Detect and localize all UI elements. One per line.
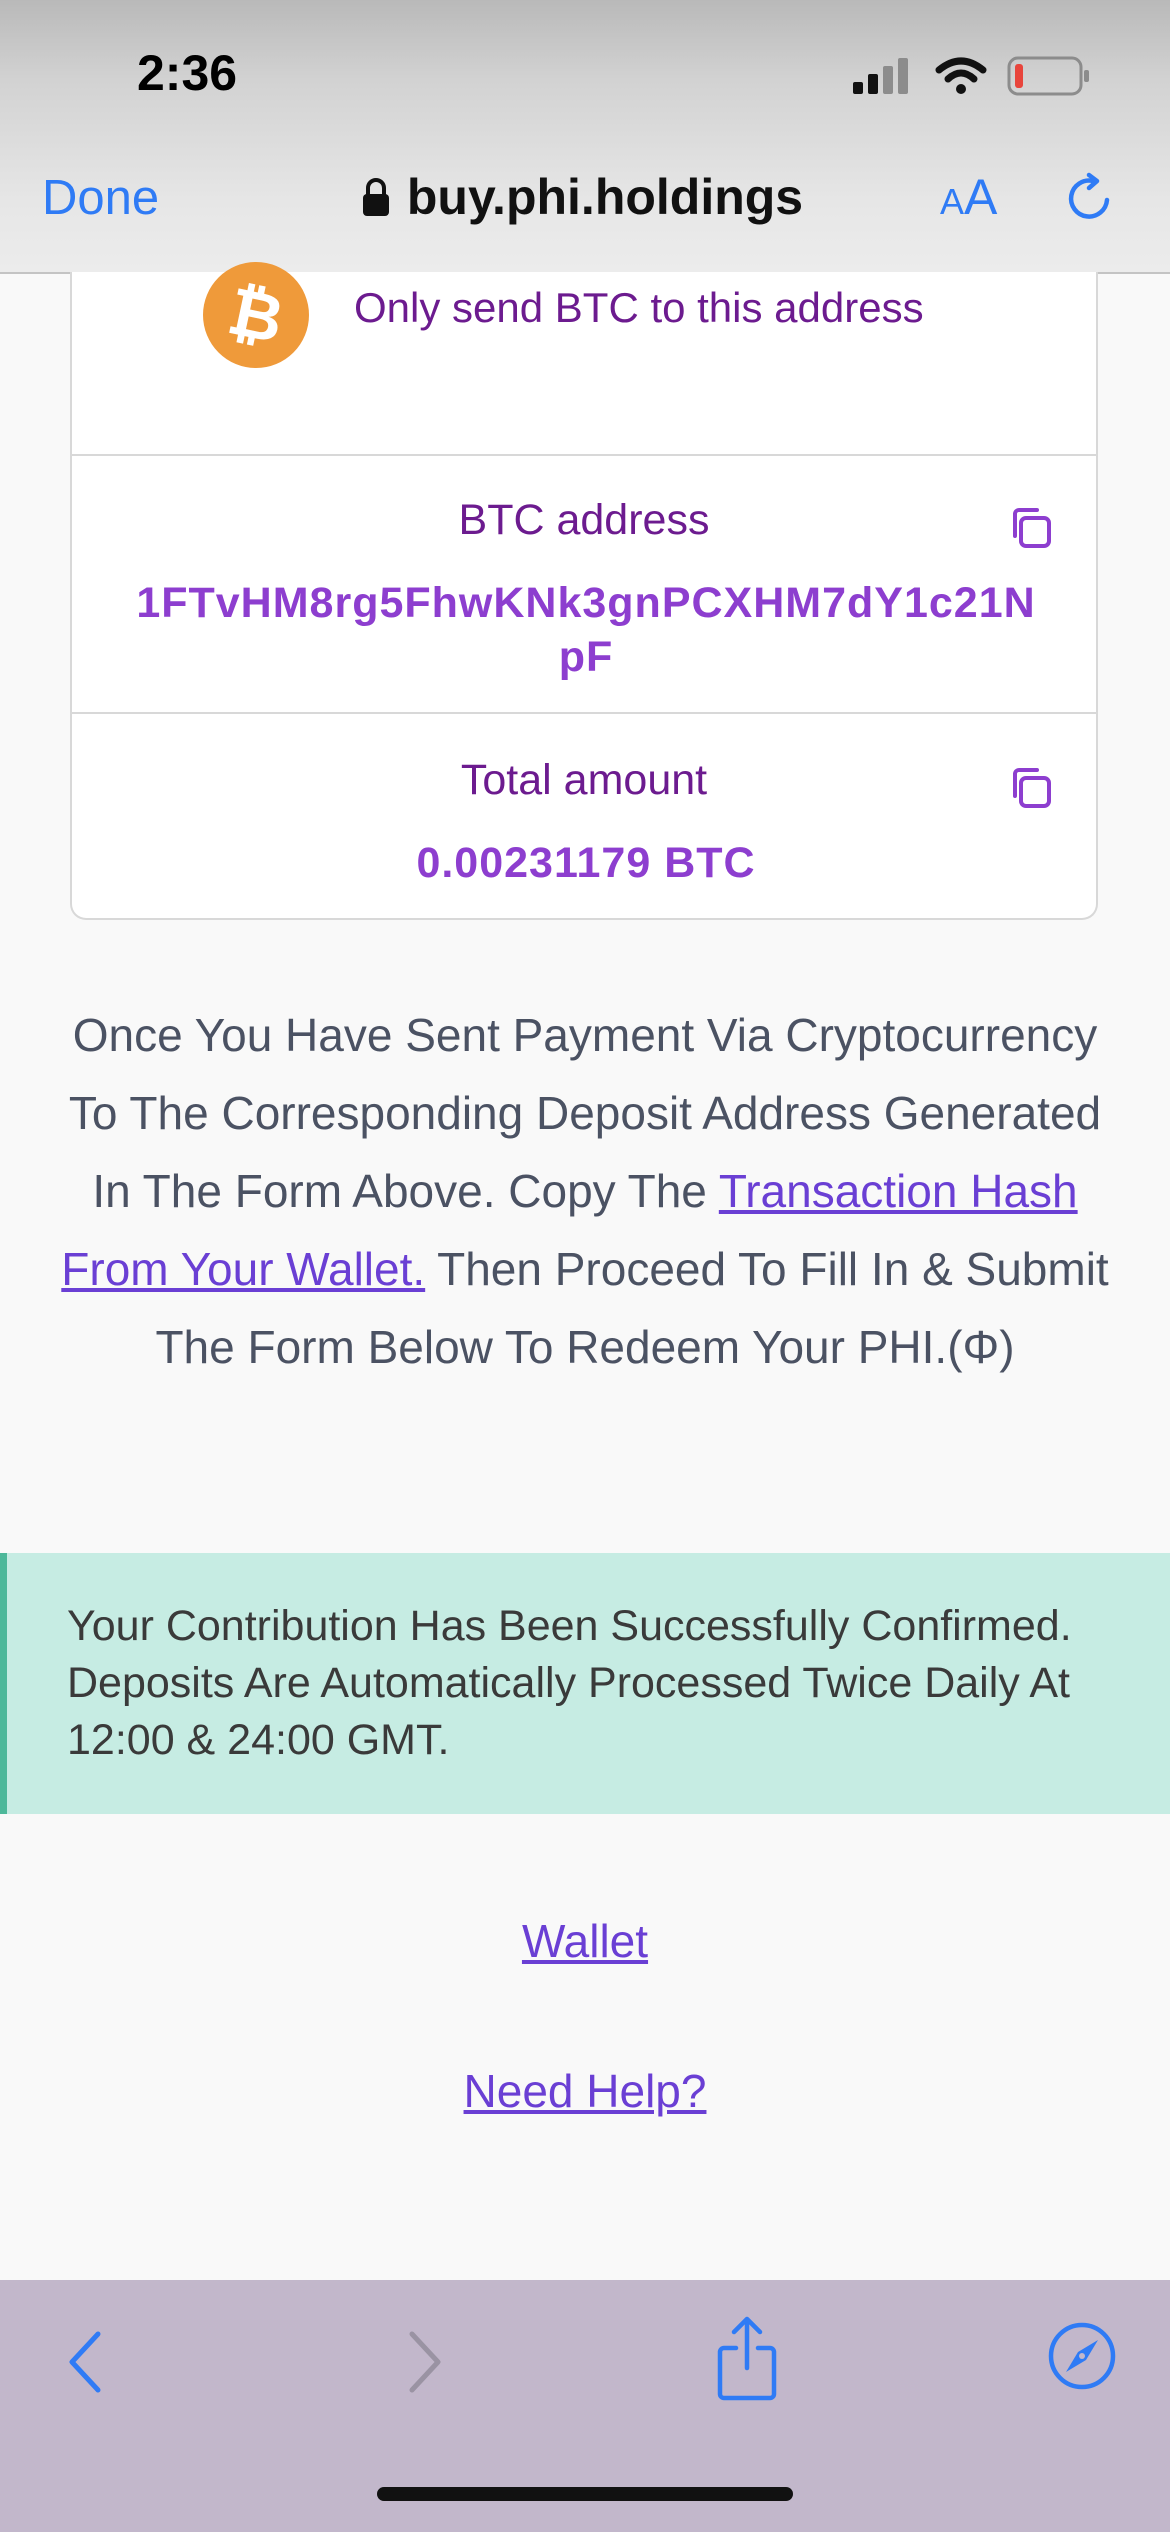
- wallet-link[interactable]: Wallet: [0, 1914, 1170, 1968]
- need-help-link[interactable]: Need Help?: [0, 2064, 1170, 2118]
- text-size-small: A: [940, 181, 965, 222]
- btc-address-label: BTC address: [458, 496, 710, 544]
- bitcoin-logo-icon: ₿: [203, 262, 309, 368]
- total-amount-value[interactable]: 0.00231179 BTC: [126, 836, 1046, 890]
- status-time: 2:36: [137, 45, 238, 101]
- back-icon[interactable]: [62, 2322, 112, 2402]
- reload-icon[interactable]: [1063, 172, 1115, 224]
- url-text: buy.phi.holdings: [406, 169, 804, 225]
- battery-icon: [1007, 56, 1089, 96]
- divider: [72, 454, 1096, 456]
- share-icon[interactable]: [712, 2314, 782, 2404]
- text-size-button[interactable]: AA: [940, 168, 997, 226]
- cellular-signal-icon: [853, 58, 908, 94]
- forward-icon[interactable]: [398, 2322, 448, 2402]
- divider: [72, 712, 1096, 714]
- total-amount-label: Total amount: [460, 756, 708, 804]
- browser-header: 2:36 Done buy.phi.holdings AA: [0, 0, 1170, 274]
- success-alert: Your Contribution Has Been Successfully …: [0, 1553, 1170, 1814]
- btc-only-notice: Only send BTC to this address: [354, 284, 924, 331]
- wifi-icon: [935, 57, 987, 94]
- btc-address-value[interactable]: 1FTvHM8rg5FhwKNk3gnPCXHM7dY1c21NpF: [126, 576, 1046, 684]
- success-message: Your Contribution Has Been Successfully …: [67, 1602, 1072, 1764]
- copy-address-icon[interactable]: [1007, 504, 1055, 552]
- compass-icon[interactable]: [1046, 2320, 1118, 2392]
- payment-instructions: Once You Have Sent Payment Via Cryptocur…: [60, 996, 1110, 1386]
- home-indicator: [377, 2487, 793, 2501]
- copy-amount-icon[interactable]: [1007, 764, 1055, 812]
- deposit-card: ₿ Only send BTC to this address BTC addr…: [70, 262, 1098, 920]
- text-size-large: A: [964, 169, 998, 225]
- lock-icon: [362, 178, 389, 216]
